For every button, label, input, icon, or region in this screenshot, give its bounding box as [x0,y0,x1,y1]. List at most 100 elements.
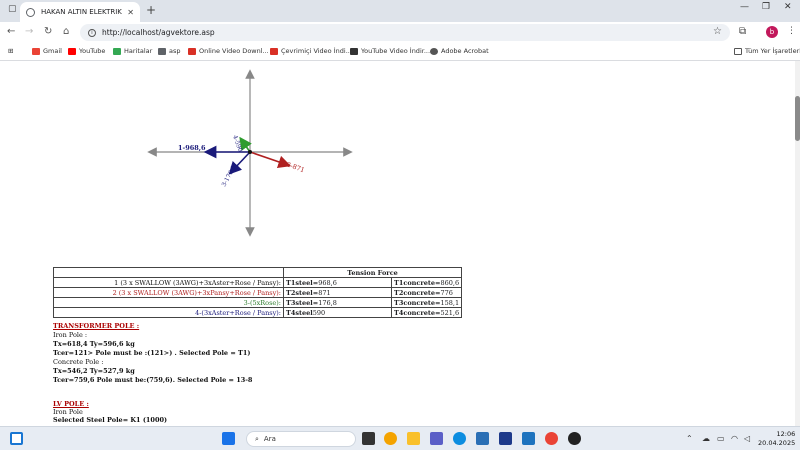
maps-icon [113,47,121,55]
task-view-icon[interactable] [362,432,375,445]
globe-icon [26,7,35,17]
close-window-icon[interactable]: ✕ [784,2,792,12]
bookmark-label: Haritalar [124,47,153,55]
bookmark-adobe[interactable]: Adobe Acrobat [430,47,489,55]
new-tab-icon[interactable]: + [146,3,156,17]
bookmark-label: Çevrimiçi Video İndi... [281,47,352,55]
tension-force-table: Tension Force 1 (3 x SWALLOW (3AWG)+3xAs… [53,267,463,318]
widgets-icon[interactable] [10,432,23,445]
home-icon[interactable]: ⌂ [63,26,69,37]
address-bar[interactable]: i http://localhost/agvektore.asp ☆ [80,24,730,41]
bookmark-label: YouTube [79,47,106,55]
kebab-menu-icon[interactable]: ⋮ [787,26,796,36]
page-scrollbar[interactable] [795,61,800,426]
circuit-name: 4-(3xAster+Rose / Pansy): [53,307,284,318]
forward-icon[interactable]: → [25,26,33,37]
concrete-value: 521,6 [440,308,460,317]
bookmark-online-video[interactable]: Online Video Downl... [188,47,269,55]
app-icon[interactable] [568,432,581,445]
youtube-icon [68,47,76,55]
page-content: 1-968,6 4-590 3-176,8 2-871 Tension Forc… [0,61,795,426]
bookmark-gmail[interactable]: Gmail [32,47,62,55]
teams-icon[interactable] [430,432,443,445]
concrete-value: 860,6 [440,278,460,287]
steel-label: T1steel= [286,278,319,287]
start-icon[interactable] [222,432,235,445]
bookmark-label: Gmail [43,47,62,55]
browser-tab[interactable]: HAKAN ALTIN ELEKTRIK ve ELE ✕ [20,2,140,22]
steel-label: T4steel [286,308,313,317]
bookmark-asp[interactable]: asp [158,47,181,55]
close-tab-icon[interactable]: ✕ [127,8,134,17]
folder-icon [734,47,742,55]
video-icon [188,47,196,55]
bookmark-label: Adobe Acrobat [441,47,489,55]
bookmark-cevrimici-video[interactable]: Çevrimiçi Video İndi... [270,47,352,55]
steel-cell: T4steel590 [283,307,392,318]
steel-cell: T2steel=871 [283,287,392,298]
steel-value: 871 [318,288,331,297]
concrete-pole-forces: Tx=546,2 Ty=527,9 kg [53,367,135,375]
table-header-row: Tension Force [53,267,463,278]
steel-value: 968,6 [318,278,337,287]
reload-icon[interactable]: ↻ [44,26,52,37]
outlook-icon[interactable] [522,432,535,445]
concrete-value: 776 [440,288,453,297]
vector-2-label: 2-871 [285,160,305,174]
bookmarks-bar: ⊞ Gmail YouTube Haritalar asp Online Vid… [0,43,800,61]
network-icon[interactable]: ▭ [717,434,725,443]
lv-pole-title: LV POLE : [53,400,89,408]
circuit-name: 3-(5xRose): [53,297,284,308]
bookmark-star-icon[interactable]: ☆ [713,26,722,37]
volume-icon[interactable]: ◁ [744,434,750,443]
extensions-icon[interactable]: ⧉ [739,26,746,37]
site-info-icon[interactable]: i [88,28,96,37]
tray-chevron-icon[interactable]: ⌃ [686,434,693,443]
bookmark-label: YouTube Video İndir... [361,47,431,55]
maximize-icon[interactable]: ❐ [762,2,770,12]
bookmark-folder-all[interactable]: Tüm Yer İşaretleri [734,47,800,55]
chrome-icon[interactable] [545,432,558,445]
apps-grid-icon[interactable]: ⊞ [8,47,13,55]
profile-avatar[interactable]: b [766,26,778,38]
header-empty-cell [53,267,284,278]
taskbar-clock[interactable]: 12:06 20.04.2025 [758,430,795,448]
gmail-icon [32,47,40,55]
concrete-cell: T2concrete=776 [390,287,463,298]
search-icon: ⌕ [255,434,259,443]
steel-value: 590 [312,308,326,317]
video-icon [350,47,358,55]
wifi-icon[interactable]: ◠ [731,434,738,443]
concrete-cell: T4concrete=521,6 [390,307,463,318]
concrete-pole-selection: Tcer=759,6 Pole must be:(759,6). Selecte… [53,376,253,384]
steel-cell: T1steel=968,6 [283,277,392,288]
file-explorer-icon[interactable] [407,432,420,445]
concrete-label: T2concrete= [394,288,441,297]
tab-title: HAKAN ALTIN ELEKTRIK ve ELE [41,8,123,16]
steel-label: T3steel= [286,298,319,307]
cloud-icon[interactable]: ☁ [702,434,710,443]
bookmark-youtube[interactable]: YouTube [68,47,105,55]
bookmark-youtube-video[interactable]: YouTube Video İndir... [350,47,430,55]
concrete-cell: T1concrete=860,6 [390,277,463,288]
scrollbar-thumb[interactable] [795,96,800,141]
concrete-cell: T3concrete=158,1 [390,297,463,308]
store-icon[interactable] [476,432,489,445]
iron-pole-selection: Tcer=121> Pole must be :(121>) . Selecte… [53,349,251,357]
lv-iron-pole-label: Iron Pole [53,408,83,416]
windows-taskbar: ⌕ Ara ⌃ ☁ ▭ ◠ ◁ 12:06 20.04.2025 [0,426,800,450]
tab-strip: ▢ HAKAN ALTIN ELEKTRIK ve ELE ✕ + — ❐ ✕ [0,0,800,22]
video-icon [270,47,278,55]
tab-search-icon[interactable]: ▢ [8,4,17,14]
iron-pole-forces: Tx=618,4 Ty=596,6 kg [53,340,135,348]
back-icon[interactable]: ← [7,26,15,37]
bookmark-maps[interactable]: Haritalar [113,47,152,55]
table-row: 1 (3 x SWALLOW (3AWG)+3xAster+Rose / Pan… [53,277,463,288]
circuit-name: 2 (3 x SWALLOW (3AWG)+3xPansy+Rose / Pan… [53,287,284,298]
edge-icon[interactable] [453,432,466,445]
concrete-label: T3concrete= [394,298,441,307]
copilot-icon[interactable] [384,432,397,445]
app-l-icon[interactable] [499,432,512,445]
minimize-icon[interactable]: — [740,2,749,12]
taskbar-search[interactable]: ⌕ Ara [246,431,356,447]
